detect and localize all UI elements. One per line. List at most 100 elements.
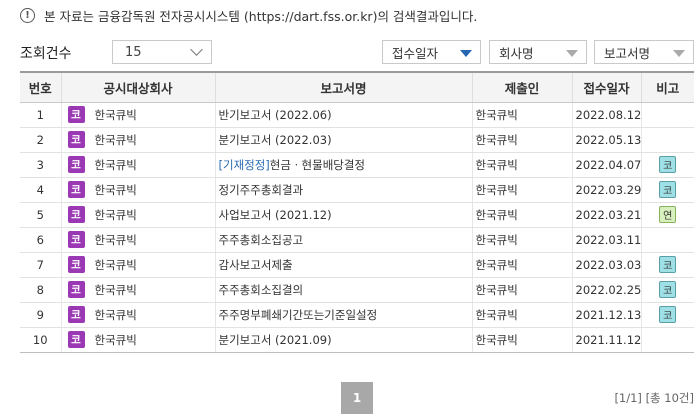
note-cell: 코 xyxy=(640,277,694,303)
submitter-link[interactable]: 한국큐빅 xyxy=(476,258,518,272)
row-number: 6 xyxy=(20,227,61,253)
header-submitter: 제출인 xyxy=(471,71,572,103)
report-cell: 감사보고서제출 xyxy=(214,252,472,278)
submitter-link[interactable]: 한국큐빅 xyxy=(476,233,518,247)
page-button-current[interactable]: 1 xyxy=(341,382,373,414)
header-company: 공시대상회사 xyxy=(60,71,215,103)
company-link[interactable]: 한국큐빅 xyxy=(95,307,137,323)
market-badge[interactable]: 코 xyxy=(659,306,677,323)
submitter-cell: 한국큐빅 xyxy=(471,202,572,228)
submitter-cell: 한국큐빅 xyxy=(471,152,572,178)
company-cell: 코 한국큐빅 xyxy=(60,227,215,253)
report-cell: 분기보고서 (2022.03) xyxy=(214,127,472,153)
date-cell: 2022.03.21 xyxy=(571,202,641,228)
market-badge[interactable]: 코 xyxy=(659,256,677,273)
report-cell: 분기보고서 (2021.09) xyxy=(214,327,472,353)
report-link[interactable]: 분기보고서 (2022.03) xyxy=(219,133,332,147)
table-row: 10 코 한국큐빅 분기보고서 (2021.09) 한국큐빅 2021.11.12 xyxy=(20,327,694,353)
market-badge[interactable]: 코 xyxy=(659,156,677,173)
table-row: 3 코 한국큐빅 [기재정정]현금ㆍ현물배당결정 한국큐빅 2022.04.07 코 xyxy=(20,152,694,178)
submitter-link[interactable]: 한국큐빅 xyxy=(476,108,518,122)
company-link[interactable]: 한국큐빅 xyxy=(95,332,137,348)
report-link[interactable]: 정기주주총회결과 xyxy=(219,183,304,197)
sort-report-select[interactable]: 보고서명 xyxy=(594,40,694,64)
report-link[interactable]: 주주총회소집공고 xyxy=(219,233,304,247)
kosdaq-badge: 코 xyxy=(67,181,85,198)
market-badge[interactable]: 코 xyxy=(659,281,677,298)
date-cell: 2021.12.13 xyxy=(571,302,641,328)
chevron-down-icon xyxy=(190,43,203,56)
company-link[interactable]: 한국큐빅 xyxy=(95,157,137,173)
header-date: 접수일자 xyxy=(571,71,641,103)
company-link[interactable]: 한국큐빅 xyxy=(95,107,137,123)
date-cell: 2022.02.25 xyxy=(571,277,641,303)
report-link[interactable]: 현금ㆍ현물배당결정 xyxy=(270,158,365,172)
report-cell: 반기보고서 (2022.06) xyxy=(214,102,472,128)
submitter-cell: 한국큐빅 xyxy=(471,252,572,278)
table-row: 4 코 한국큐빅 정기주주총회결과 한국큐빅 2022.03.29 코 xyxy=(20,177,694,203)
submitter-link[interactable]: 한국큐빅 xyxy=(476,208,518,222)
kosdaq-badge: 코 xyxy=(67,281,85,298)
sort-date-select[interactable]: 접수일자 xyxy=(382,40,481,64)
submitter-link[interactable]: 한국큐빅 xyxy=(476,183,518,197)
company-cell: 코 한국큐빅 xyxy=(60,177,215,203)
sort-date-label: 접수일자 xyxy=(392,45,439,61)
count-select[interactable]: 15 xyxy=(112,40,212,64)
date-cell: 2022.03.03 xyxy=(571,252,641,278)
toolbar: 조회건수 15 접수일자 회사명 보고서명 xyxy=(20,40,694,64)
market-badge[interactable]: 코 xyxy=(659,181,677,198)
submitter-link[interactable]: 한국큐빅 xyxy=(476,283,518,297)
report-cell: 사업보고서 (2021.12) xyxy=(214,202,472,228)
row-number: 3 xyxy=(20,152,61,178)
table-row: 2 코 한국큐빅 분기보고서 (2022.03) 한국큐빅 2022.05.13 xyxy=(20,127,694,153)
company-link[interactable]: 한국큐빅 xyxy=(95,232,137,248)
report-link[interactable]: 분기보고서 (2021.09) xyxy=(219,333,332,347)
note-cell: 코 xyxy=(640,252,694,278)
sort-company-select[interactable]: 회사명 xyxy=(489,40,587,64)
market-badge[interactable]: 연 xyxy=(659,206,677,223)
company-link[interactable]: 한국큐빅 xyxy=(95,207,137,223)
submitter-link[interactable]: 한국큐빅 xyxy=(476,308,518,322)
table-row: 8 코 한국큐빅 주주총회소집결의 한국큐빅 2022.02.25 코 xyxy=(20,277,694,303)
report-cell: 주주총회소집공고 xyxy=(214,227,472,253)
row-number: 4 xyxy=(20,177,61,203)
results-table: 번호 공시대상회사 보고서명 제출인 접수일자 비고 1 코 한국큐빅 반기보고서 (… xyxy=(20,71,694,353)
row-number: 8 xyxy=(20,277,61,303)
kosdaq-badge: 코 xyxy=(67,206,85,223)
notice-text: 본 자료는 금융감독원 전자공시시스템 (https://dart.fss.or… xyxy=(44,9,478,24)
submitter-link[interactable]: 한국큐빅 xyxy=(476,133,518,147)
submitter-cell: 한국큐빅 xyxy=(471,302,572,328)
count-label: 조회건수 xyxy=(20,46,72,62)
report-cell: 정기주주총회결과 xyxy=(214,177,472,203)
correction-tag[interactable]: [기재정정] xyxy=(219,158,270,172)
kosdaq-badge: 코 xyxy=(67,156,85,173)
submitter-cell: 한국큐빅 xyxy=(471,127,572,153)
report-link[interactable]: 반기보고서 (2022.06) xyxy=(219,108,332,122)
row-number: 10 xyxy=(20,327,61,353)
company-link[interactable]: 한국큐빅 xyxy=(95,282,137,298)
info-icon: ! xyxy=(20,8,35,23)
row-number: 9 xyxy=(20,302,61,328)
company-link[interactable]: 한국큐빅 xyxy=(95,182,137,198)
report-link[interactable]: 감사보고서제출 xyxy=(219,258,293,272)
submitter-link[interactable]: 한국큐빅 xyxy=(476,333,518,347)
date-cell: 2022.03.29 xyxy=(571,177,641,203)
note-cell xyxy=(640,227,694,253)
row-number: 5 xyxy=(20,202,61,228)
company-link[interactable]: 한국큐빅 xyxy=(95,257,137,273)
report-link[interactable]: 사업보고서 (2021.12) xyxy=(219,208,332,222)
row-number: 1 xyxy=(20,102,61,128)
report-link[interactable]: 주주총회소집결의 xyxy=(219,283,304,297)
report-link[interactable]: 주주명부폐쇄기간또는기준일설정 xyxy=(219,308,378,322)
table-row: 7 코 한국큐빅 감사보고서제출 한국큐빅 2022.03.03 코 xyxy=(20,252,694,278)
table-row: 9 코 한국큐빅 주주명부폐쇄기간또는기준일설정 한국큐빅 2021.12.13 코 xyxy=(20,302,694,328)
kosdaq-badge: 코 xyxy=(67,306,85,323)
note-cell xyxy=(640,127,694,153)
header-report: 보고서명 xyxy=(214,71,472,103)
table-body: 1 코 한국큐빅 반기보고서 (2022.06) 한국큐빅 2022.08.12 2 코 한국큐… xyxy=(20,102,694,353)
row-number: 2 xyxy=(20,127,61,153)
company-cell: 코 한국큐빅 xyxy=(60,152,215,178)
date-cell: 2021.11.12 xyxy=(571,327,641,353)
company-link[interactable]: 한국큐빅 xyxy=(95,132,137,148)
submitter-link[interactable]: 한국큐빅 xyxy=(476,158,518,172)
